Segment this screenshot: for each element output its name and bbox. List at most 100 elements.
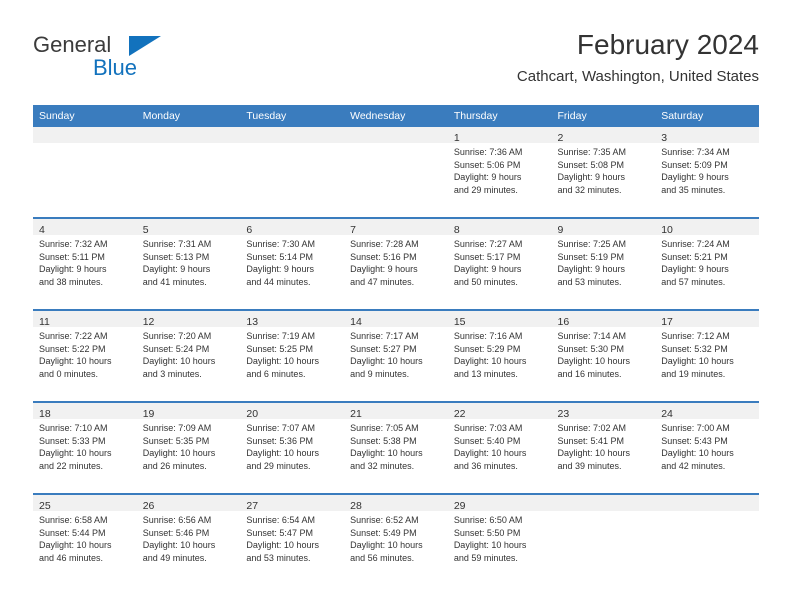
day-number-band: 15	[447, 311, 552, 328]
calendar-day-cell[interactable]: 29 Sunrise: 6:50 AM Sunset: 5:50 PM Dayligh…	[447, 493, 552, 585]
sunset-text: Sunset: 5:43 PM	[661, 435, 728, 446]
day-number: 17	[661, 316, 673, 328]
calendar-day-cell[interactable]: 10 Sunrise: 7:24 AM Sunset: 5:21 PM Dayligh…	[655, 217, 759, 310]
calendar-day-cell[interactable]: 9 Sunrise: 7:25 AM Sunset: 5:19 PM Daylight…	[551, 217, 656, 310]
day-number-band	[33, 127, 137, 143]
calendar-day-cell[interactable]: 22 Sunrise: 7:03 AM Sunset: 5:40 PM Dayligh…	[447, 401, 552, 494]
sunrise-text: Sunrise: 7:36 AM	[453, 147, 523, 157]
sunrise-text: Sunrise: 7:03 AM	[453, 423, 523, 433]
page-header: General Blue February 2024 Cathcart, Was…	[33, 28, 759, 98]
daylight-text-line1: Daylight: 9 hours	[661, 264, 729, 275]
weekday-header-thursday: Thursday	[447, 105, 552, 127]
calendar-day-cell[interactable]: 11 Sunrise: 7:22 AM Sunset: 5:22 PM Dayligh…	[33, 309, 137, 402]
calendar-day-cell[interactable]: 25 Sunrise: 6:58 AM Sunset: 5:44 PM Dayligh…	[33, 493, 137, 585]
calendar-day-cell[interactable]: 12 Sunrise: 7:20 AM Sunset: 5:24 PM Dayligh…	[136, 309, 241, 402]
calendar-day-cell[interactable]: 18 Sunrise: 7:10 AM Sunset: 5:33 PM Dayligh…	[33, 401, 137, 494]
calendar-day-cell[interactable]: 24 Sunrise: 7:00 AM Sunset: 5:43 PM Dayligh…	[655, 401, 759, 494]
sunset-text: Sunset: 5:44 PM	[39, 527, 106, 538]
day-number: 11	[39, 316, 50, 328]
calendar-day-cell[interactable]: 16 Sunrise: 7:14 AM Sunset: 5:30 PM Dayligh…	[551, 309, 656, 402]
calendar-day-cell[interactable]: 28 Sunrise: 6:52 AM Sunset: 5:49 PM Dayligh…	[344, 493, 448, 585]
calendar-day-cell[interactable]: 14 Sunrise: 7:17 AM Sunset: 5:27 PM Dayligh…	[344, 309, 448, 402]
calendar-day-cell[interactable]: 4 Sunrise: 7:32 AM Sunset: 5:11 PM Daylight…	[33, 217, 137, 310]
sunset-text: Sunset: 5:09 PM	[661, 159, 728, 170]
daylight-text-line2: and 13 minutes.	[453, 368, 518, 379]
day-number: 15	[453, 316, 466, 328]
calendar-week-row: 1 Sunrise: 7:36 AM Sunset: 5:06 PM Daylight…	[33, 127, 759, 218]
day-number-band	[136, 127, 241, 143]
day-cell-details: Sunrise: 7:36 AM Sunset: 5:06 PM Daylight:…	[448, 143, 552, 196]
calendar-day-cell[interactable]: 23 Sunrise: 7:02 AM Sunset: 5:41 PM Dayligh…	[551, 401, 656, 494]
day-number: 27	[246, 500, 259, 512]
calendar-day-cell[interactable]: 26 Sunrise: 6:56 AM Sunset: 5:46 PM Dayligh…	[136, 493, 241, 585]
daylight-text-line1: Daylight: 10 hours	[350, 448, 423, 459]
calendar-week-row: 4 Sunrise: 7:32 AM Sunset: 5:11 PM Daylight…	[33, 217, 759, 310]
daylight-text-line1: Daylight: 10 hours	[557, 448, 631, 459]
day-cell-inner: 11 Sunrise: 7:22 AM Sunset: 5:22 PM Dayligh…	[33, 311, 137, 399]
day-cell-details	[137, 143, 241, 146]
daylight-text-line2: and 29 minutes.	[246, 460, 311, 471]
sunrise-text: Sunrise: 7:34 AM	[661, 147, 730, 157]
calendar-day-cell[interactable]: 20 Sunrise: 7:07 AM Sunset: 5:36 PM Dayligh…	[240, 401, 345, 494]
daylight-text-line1: Daylight: 10 hours	[142, 540, 216, 551]
calendar-day-cell[interactable]: 21 Sunrise: 7:05 AM Sunset: 5:38 PM Dayligh…	[344, 401, 448, 494]
day-cell-inner: 24 Sunrise: 7:00 AM Sunset: 5:43 PM Dayligh…	[655, 403, 759, 491]
daylight-text-line1: Daylight: 10 hours	[350, 356, 423, 367]
daylight-text-line2: and 49 minutes.	[142, 552, 207, 563]
day-number-band: 12	[136, 311, 241, 328]
sunset-text: Sunset: 5:47 PM	[246, 527, 313, 538]
sunset-text: Sunset: 5:25 PM	[246, 343, 313, 354]
calendar-day-cell[interactable]: 17 Sunrise: 7:12 AM Sunset: 5:32 PM Dayligh…	[655, 309, 759, 402]
daylight-text-line2: and 26 minutes.	[142, 460, 207, 471]
day-number: 9	[557, 224, 564, 236]
calendar-day-cell[interactable]: 5 Sunrise: 7:31 AM Sunset: 5:13 PM Daylight…	[136, 217, 241, 310]
calendar-day-cell[interactable]: 13 Sunrise: 7:19 AM Sunset: 5:25 PM Dayligh…	[240, 309, 345, 402]
daylight-text-line1: Daylight: 9 hours	[246, 264, 314, 275]
day-number: 13	[246, 316, 259, 328]
daylight-text-line1: Daylight: 10 hours	[246, 356, 319, 367]
day-number-band: 1	[447, 127, 552, 144]
calendar-day-cell[interactable]: 15 Sunrise: 7:16 AM Sunset: 5:29 PM Dayligh…	[447, 309, 552, 402]
sunrise-text: Sunrise: 6:54 AM	[246, 515, 315, 525]
sunset-text: Sunset: 5:40 PM	[453, 435, 521, 446]
day-number: 7	[350, 224, 356, 236]
sunrise-text: Sunrise: 7:19 AM	[246, 331, 315, 341]
day-number-band: 25	[33, 495, 137, 512]
day-cell-details: Sunrise: 7:05 AM Sunset: 5:38 PM Daylight:…	[344, 419, 448, 472]
calendar-day-cell[interactable]: 6 Sunrise: 7:30 AM Sunset: 5:14 PM Daylight…	[240, 217, 345, 310]
calendar-page: General Blue February 2024 Cathcart, Was…	[0, 0, 792, 612]
weekday-header-friday: Friday	[551, 105, 656, 127]
day-number-band: 19	[136, 403, 241, 420]
calendar-day-cell[interactable]: 19 Sunrise: 7:09 AM Sunset: 5:35 PM Dayligh…	[136, 401, 241, 494]
day-number-band: 29	[447, 495, 552, 512]
daylight-text-line1: Daylight: 10 hours	[246, 448, 319, 459]
day-number-band: 17	[655, 311, 759, 328]
calendar-day-cell[interactable]: 8 Sunrise: 7:27 AM Sunset: 5:17 PM Daylight…	[447, 217, 552, 310]
day-cell-inner: 20 Sunrise: 7:07 AM Sunset: 5:36 PM Dayligh…	[240, 403, 345, 491]
day-cell-inner: 7 Sunrise: 7:28 AM Sunset: 5:16 PM Daylight…	[344, 219, 448, 307]
calendar-day-cell[interactable]: 1 Sunrise: 7:36 AM Sunset: 5:06 PM Daylight…	[447, 127, 552, 218]
daylight-text-line1: Daylight: 10 hours	[39, 448, 112, 459]
daylight-text-line2: and 53 minutes.	[246, 552, 311, 563]
calendar-day-cell[interactable]: 7 Sunrise: 7:28 AM Sunset: 5:16 PM Daylight…	[344, 217, 448, 310]
sunrise-text: Sunrise: 6:52 AM	[350, 515, 419, 525]
day-number: 5	[142, 224, 149, 236]
calendar-day-cell[interactable]: 2 Sunrise: 7:35 AM Sunset: 5:08 PM Daylight…	[551, 127, 656, 218]
sunrise-text: Sunrise: 7:24 AM	[661, 239, 730, 249]
general-blue-logo: General Blue	[33, 34, 213, 90]
calendar-day-cell[interactable]: 3 Sunrise: 7:34 AM Sunset: 5:09 PM Daylight…	[655, 127, 759, 218]
sunset-text: Sunset: 5:08 PM	[557, 159, 625, 170]
sunset-text: Sunset: 5:38 PM	[350, 435, 417, 446]
weekday-header-tuesday: Tuesday	[240, 105, 345, 127]
day-cell-details: Sunrise: 7:19 AM Sunset: 5:25 PM Daylight:…	[240, 327, 344, 380]
sunrise-text: Sunrise: 6:50 AM	[453, 515, 523, 525]
day-cell-inner: 8 Sunrise: 7:27 AM Sunset: 5:17 PM Daylight…	[447, 219, 552, 307]
calendar-day-cell[interactable]: 27 Sunrise: 6:54 AM Sunset: 5:47 PM Dayligh…	[240, 493, 345, 585]
day-number: 2	[557, 132, 564, 144]
day-cell-details: Sunrise: 7:28 AM Sunset: 5:16 PM Daylight:…	[344, 235, 448, 288]
day-cell-inner: 4 Sunrise: 7:32 AM Sunset: 5:11 PM Daylight…	[33, 219, 137, 307]
daylight-text-line1: Daylight: 9 hours	[557, 172, 626, 183]
day-number: 23	[557, 408, 570, 420]
daylight-text-line2: and 56 minutes.	[350, 552, 415, 563]
daylight-text-line2: and 47 minutes.	[350, 276, 415, 287]
